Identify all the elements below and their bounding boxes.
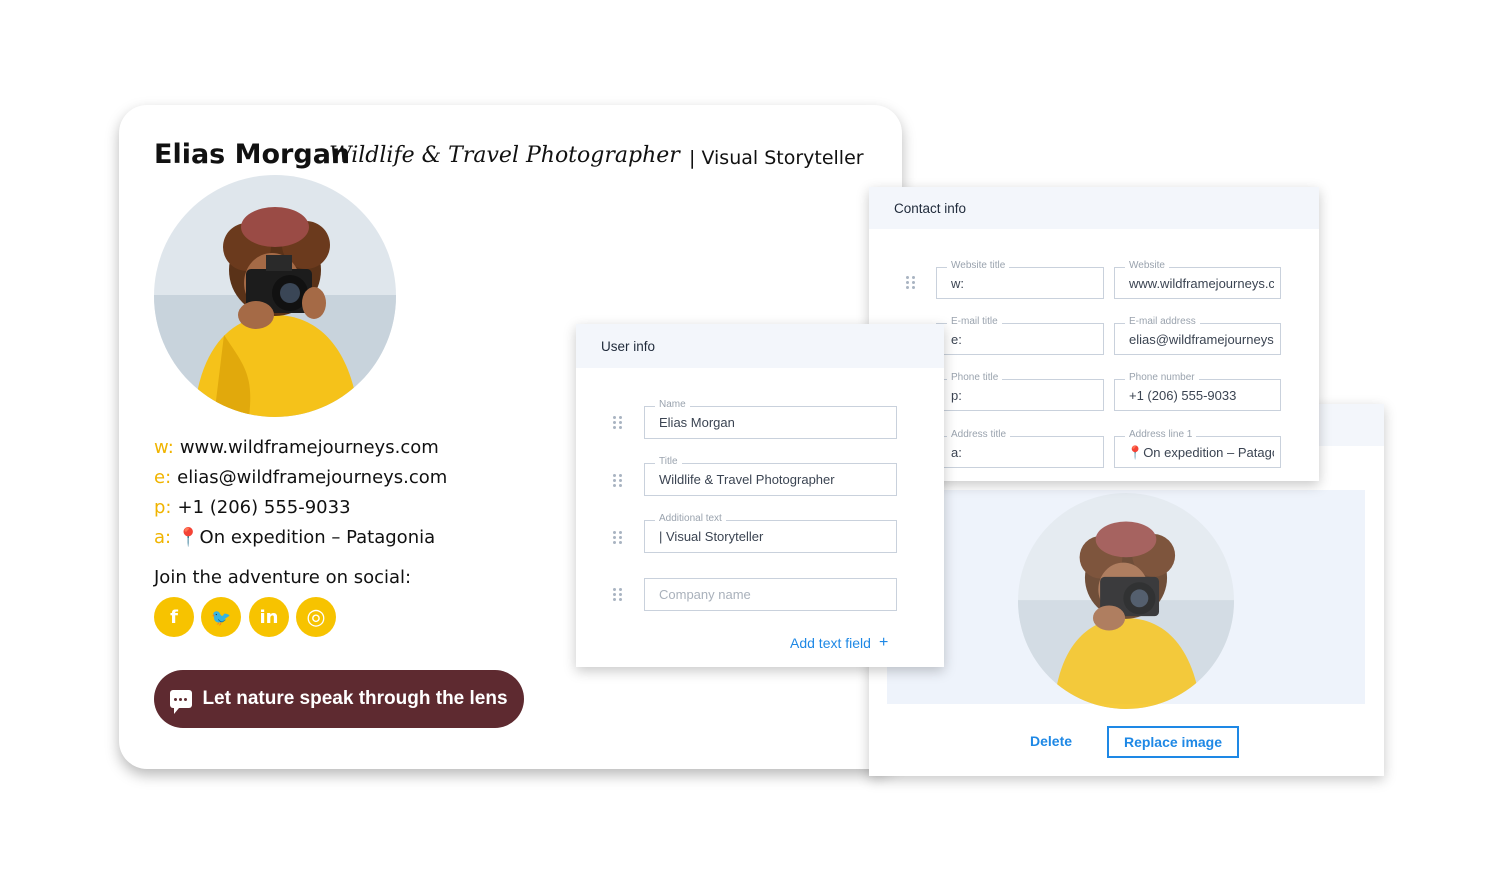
contact-line-website: w: www.wildframejourneys.com [154,437,439,458]
phone-value[interactable]: +1 (206) 555-9033 [178,497,351,518]
title-field[interactable]: Title Wildlife & Travel Photographer [644,456,897,496]
phone-label: Phone number [1125,372,1199,383]
name-label: Name [655,399,690,410]
phone-label: p: [154,497,172,518]
drag-handle-icon[interactable] [613,588,623,602]
contact-line-address: a: 📍On expedition – Patagonia [154,527,435,548]
contact-line-phone: p: +1 (206) 555-9033 [154,497,351,518]
phone-title-field[interactable]: Phone title p: [936,372,1104,411]
address-title-value: a: [951,445,962,460]
website-title-field[interactable]: Website title w: [936,260,1104,299]
phone-value: +1 (206) 555-9033 [1129,388,1237,403]
address-title-field[interactable]: Address title a: [936,429,1104,468]
email-value[interactable]: elias@wildframejourneys.com [177,467,447,488]
contact-info-header: Contact info [869,187,1319,229]
delete-button[interactable]: Delete [1030,733,1072,749]
cta-label: Let nature speak through the lens [202,688,508,709]
website-label: w: [154,437,174,458]
email-label: e: [154,467,172,488]
email-value: elias@wildframejourneys.com [1129,332,1274,347]
contact-info-title: Contact info [894,201,967,216]
add-text-field-label: Add text field [790,635,871,651]
address-label: a: [154,527,172,548]
title-label: Title [655,456,682,467]
instagram-icon[interactable]: ◎ [296,597,336,637]
name-field[interactable]: Name Elias Morgan [644,399,897,439]
website-value[interactable]: www.wildframejourneys.com [180,437,439,458]
website-value: www.wildframejourneys.com [1129,276,1274,291]
email-title-label: E-mail title [947,316,1002,327]
user-info-panel: User info Name Elias Morgan Title Wildli… [576,324,944,667]
chat-bubble-icon [170,690,193,714]
image-preview-area [887,490,1365,709]
address-value: On expedition – Patagonia [199,527,436,548]
phone-field[interactable]: Phone number +1 (206) 555-9033 [1114,372,1281,411]
address-value: On expedition – Patagonia [1143,445,1274,460]
additional-text-value: | Visual Storyteller [659,529,764,544]
plus-icon: + [878,634,889,651]
profile-photo [154,175,396,417]
user-info-header: User info [576,324,944,368]
title-value: Wildlife & Travel Photographer [659,472,835,487]
phone-title-label: Phone title [947,372,1003,383]
linkedin-icon[interactable]: in [249,597,289,637]
website-label: Website [1125,260,1169,271]
name-value: Elias Morgan [659,415,735,430]
pin-icon: 📍 [1127,445,1144,460]
replace-image-button[interactable]: Replace image [1107,726,1239,758]
company-name-field[interactable]: Company name [644,578,897,611]
add-text-field-button[interactable]: Add text field + [790,634,888,652]
website-field[interactable]: Website www.wildframejourneys.com [1114,260,1281,299]
twitter-icon[interactable]: 🐦 [201,597,241,637]
pin-icon: 📍 [177,527,200,548]
contact-line-email: e: elias@wildframejourneys.com [154,467,447,488]
email-label: E-mail address [1125,316,1200,327]
address-label: Address line 1 [1125,429,1197,440]
phone-title-value: p: [951,388,962,403]
social-heading: Join the adventure on social: [154,567,412,588]
company-name-placeholder: Company name [659,587,751,602]
signature-additional-text: | Visual Storyteller [689,147,864,169]
drag-handle-icon[interactable] [613,416,623,430]
email-title-value: e: [951,332,962,347]
drag-handle-icon[interactable] [906,276,916,290]
additional-text-label: Additional text [655,513,726,524]
additional-text-field[interactable]: Additional text | Visual Storyteller [644,513,897,553]
facebook-icon[interactable]: f [154,597,194,637]
address-field[interactable]: Address line 1 📍On expedition – Patagoni… [1114,429,1281,468]
cta-button[interactable]: Let nature speak through the lens [154,670,524,728]
image-preview [1018,493,1234,709]
email-field[interactable]: E-mail address elias@wildframejourneys.c… [1114,316,1281,355]
signature-title: Wildlife & Travel Photographer [329,143,680,168]
drag-handle-icon[interactable] [613,474,623,488]
user-info-title: User info [601,339,656,354]
drag-handle-icon[interactable] [613,531,623,545]
address-title-label: Address title [947,429,1011,440]
website-title-label: Website title [947,260,1010,271]
email-title-field[interactable]: E-mail title e: [936,316,1104,355]
signature-name: Elias Morgan [154,139,351,170]
website-title-value: w: [951,276,964,291]
address-value-wrap: 📍On expedition – Patagonia [1127,445,1274,461]
